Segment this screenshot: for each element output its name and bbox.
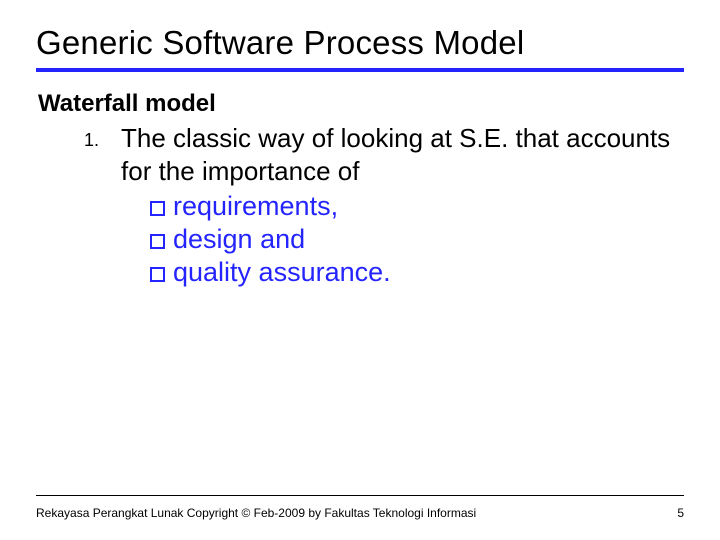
bullet-text: requirements,: [173, 191, 338, 222]
footer: Rekayasa Perangkat Lunak Copyright © Feb…: [36, 506, 684, 520]
list-marker: 1.: [84, 130, 99, 151]
subtitle: Waterfall model: [38, 90, 684, 118]
footer-rule: [36, 495, 684, 496]
list-item: quality assurance.: [150, 257, 684, 288]
square-bullet-icon: [150, 201, 165, 216]
square-bullet-icon: [150, 267, 165, 282]
numbered-item: 1. The classic way of looking at S.E. th…: [84, 122, 684, 189]
slide: Generic Software Process Model Waterfall…: [0, 0, 720, 540]
bullet-list: requirements, design and quality assuran…: [150, 191, 684, 288]
content-area: Waterfall model 1. The classic way of lo…: [36, 72, 684, 288]
page-number: 5: [677, 506, 684, 520]
list-text: The classic way of looking at S.E. that …: [121, 122, 684, 189]
bullet-text: design and: [173, 224, 305, 255]
footer-copyright: Rekayasa Perangkat Lunak Copyright © Feb…: [36, 506, 476, 520]
bullet-text: quality assurance.: [173, 257, 391, 288]
square-bullet-icon: [150, 234, 165, 249]
slide-title: Generic Software Process Model: [36, 24, 684, 66]
list-item: design and: [150, 224, 684, 255]
list-item: requirements,: [150, 191, 684, 222]
